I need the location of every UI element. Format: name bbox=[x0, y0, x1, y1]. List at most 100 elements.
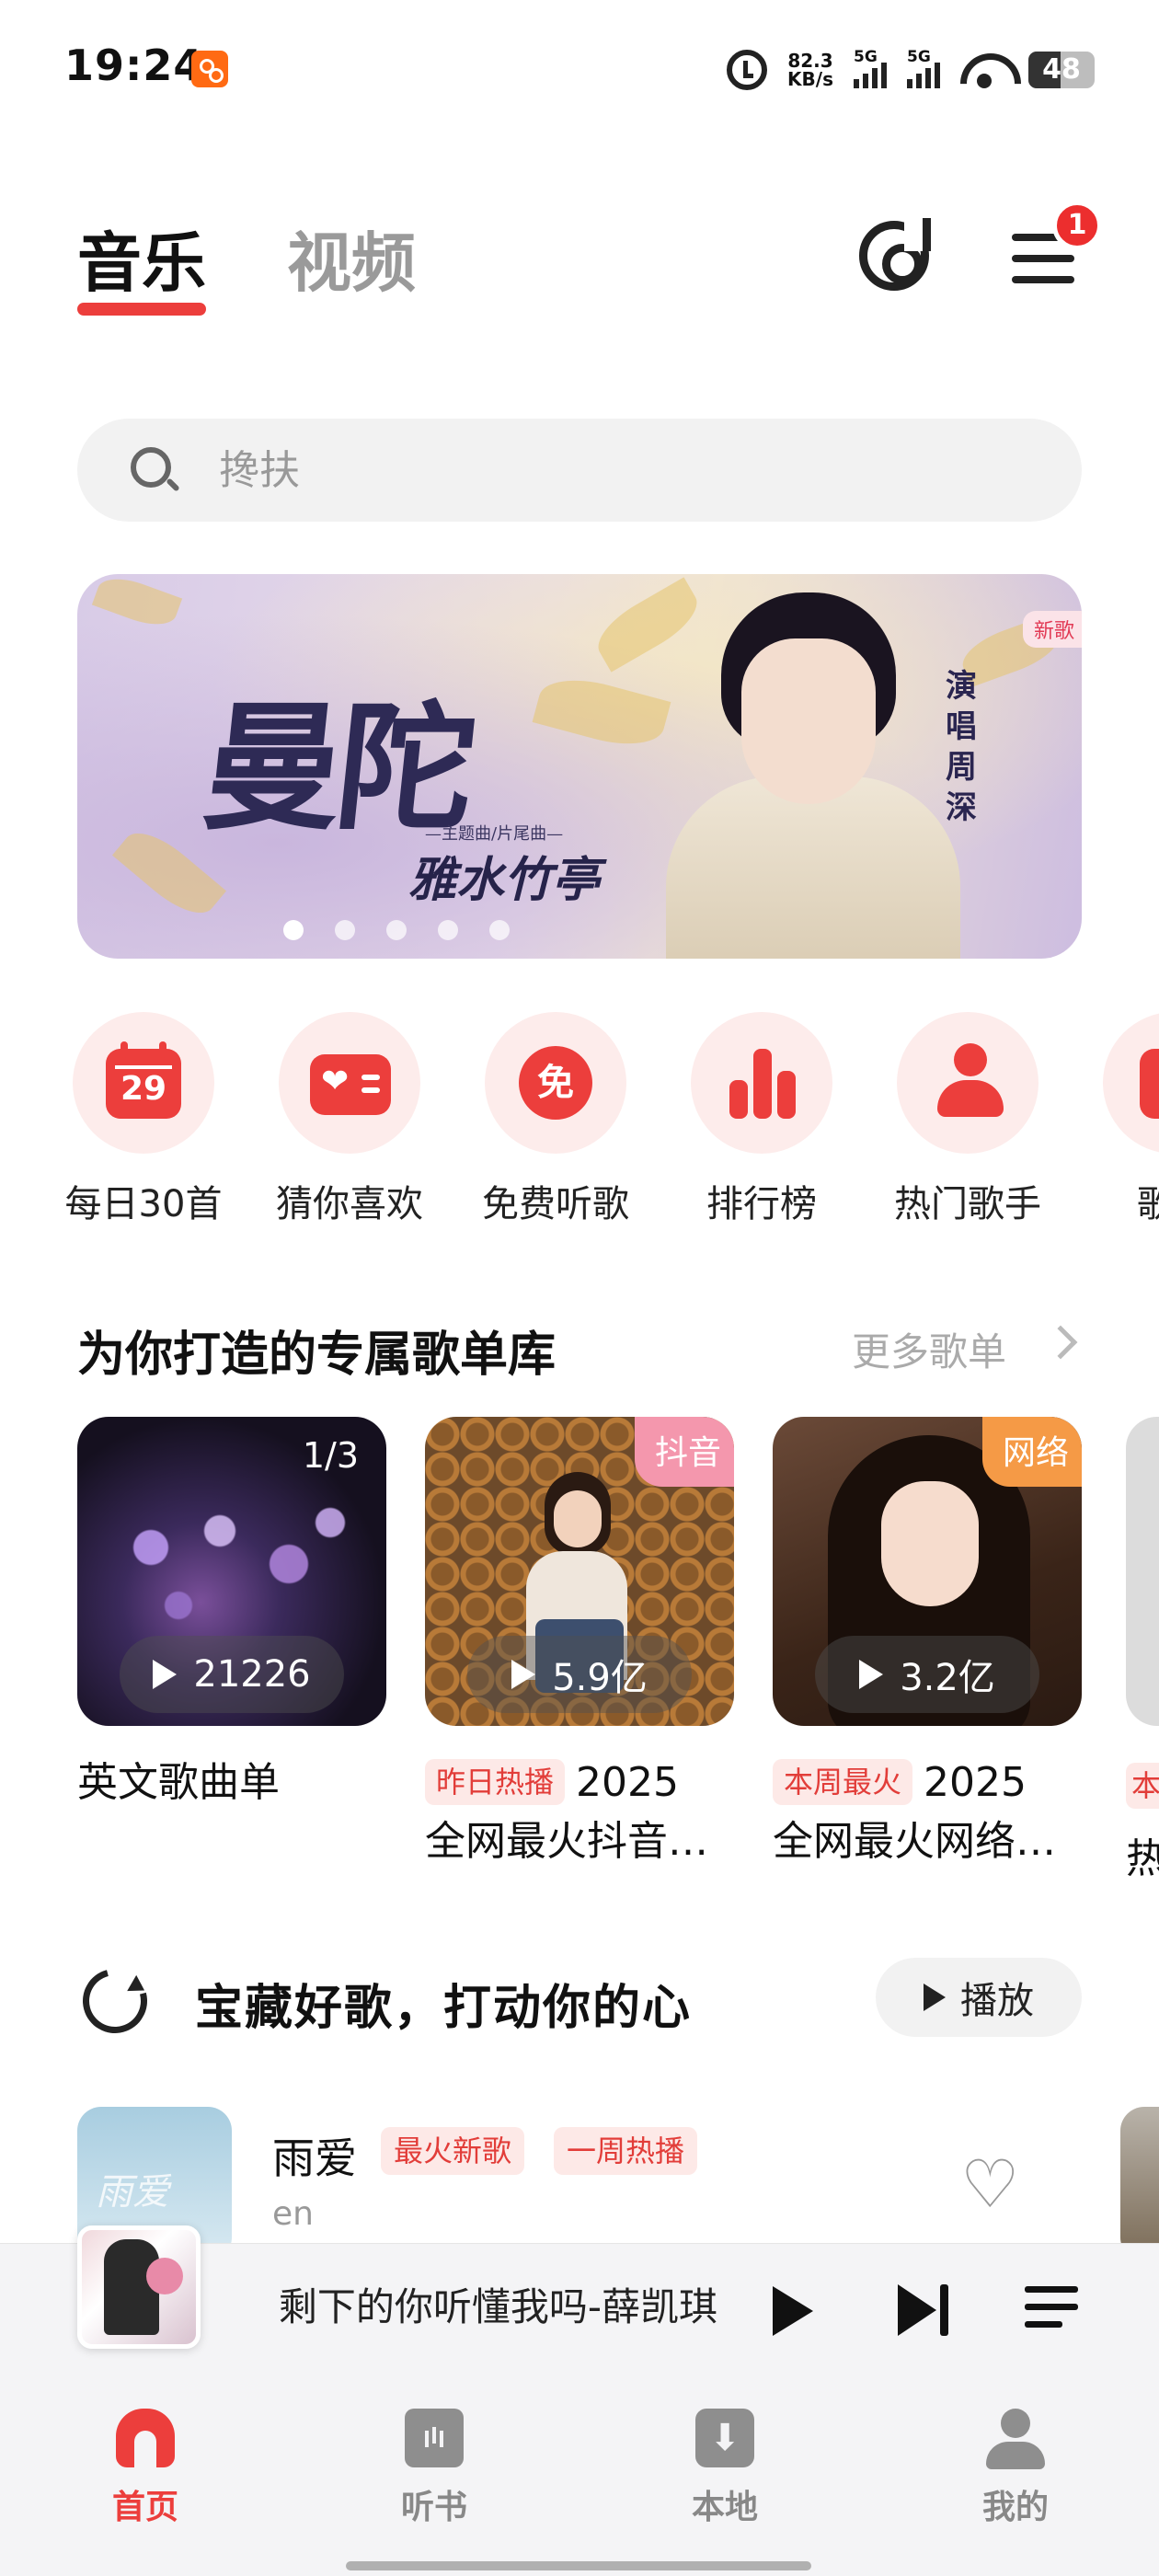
play-count[interactable]: 5.9亿 bbox=[467, 1636, 692, 1713]
tab-video[interactable]: 视频 bbox=[287, 212, 416, 305]
song-title: 雨爱 bbox=[272, 2133, 357, 2183]
play-count[interactable]: 3.2亿 bbox=[815, 1636, 1039, 1713]
playlist-cover: 网络 3.2亿 bbox=[773, 1417, 1082, 1726]
heart-icon[interactable]: ♡ bbox=[960, 2151, 1020, 2217]
quick-action-label: 排行榜 bbox=[706, 1183, 817, 1224]
playlist-name-line2: 全网最火抖音… bbox=[425, 1818, 708, 1865]
play-all-label: 播放 bbox=[960, 1980, 1034, 2022]
heart-radio-icon bbox=[310, 1054, 391, 1115]
status-time: 19:24 bbox=[64, 40, 204, 90]
sim2-label: 5G bbox=[907, 48, 931, 66]
playlist-name-partial: 热 bbox=[1126, 1835, 1159, 1882]
douyin-tag: 抖音 bbox=[634, 1417, 734, 1487]
top-tabs: 音乐 视频 bbox=[77, 212, 416, 316]
banner-dot[interactable] bbox=[438, 920, 458, 940]
play-all-button[interactable]: 播放 bbox=[876, 1958, 1082, 2037]
home-indicator[interactable] bbox=[346, 2561, 811, 2570]
play-count-value: 3.2亿 bbox=[900, 1657, 995, 1699]
song-artist: en bbox=[272, 2195, 314, 2233]
nav-local[interactable]: 本地 bbox=[651, 2409, 798, 2528]
menu-notification-badge: 1 bbox=[1052, 201, 1102, 250]
bottom-nav: 首页 听书 本地 我的 bbox=[0, 2370, 1159, 2576]
playlist-chip: 本周最火 bbox=[773, 1759, 913, 1805]
play-count-value: 21226 bbox=[193, 1653, 311, 1696]
battery-level: 48 bbox=[1042, 53, 1081, 86]
nav-label: 首页 bbox=[111, 2489, 178, 2526]
banner-dot[interactable] bbox=[386, 920, 407, 940]
signal-1-icon: 5G bbox=[854, 48, 887, 88]
quick-actions: 29 每日30首 猜你喜欢 免 免费听歌 排行榜 热门歌手 歌单 bbox=[61, 1012, 1159, 1224]
quick-playlists[interactable]: 歌单 bbox=[1082, 1012, 1159, 1224]
search-icon bbox=[131, 447, 171, 488]
refresh-icon[interactable] bbox=[71, 1957, 159, 2045]
music-recognition-icon[interactable] bbox=[859, 218, 931, 291]
quick-action-label: 免费听歌 bbox=[482, 1183, 629, 1224]
more-playlists-link[interactable]: 更多歌单 bbox=[852, 1321, 1006, 1377]
chevron-right-icon[interactable] bbox=[1043, 1325, 1078, 1360]
banner-dot[interactable] bbox=[335, 920, 355, 940]
signal-2-icon: 5G bbox=[907, 48, 940, 88]
singer-photo bbox=[666, 592, 960, 959]
battery-icon: 48 bbox=[1028, 52, 1095, 88]
playlist-year: 2025 bbox=[924, 1759, 1027, 1806]
calendar-icon: 29 bbox=[106, 1041, 181, 1119]
song-row[interactable]: 雨爱 最火新歌 一周热播 en ♡ bbox=[77, 2107, 1082, 2261]
playlist-cover: 抖音 5.9亿 bbox=[425, 1417, 734, 1726]
playlist-name-line1: 本周最火 2025 bbox=[773, 1754, 1082, 1812]
next-track-icon[interactable] bbox=[898, 2284, 953, 2336]
playlist-chip: 昨日热播 bbox=[425, 1759, 566, 1805]
quick-hot-singers[interactable]: 热门歌手 bbox=[876, 1012, 1060, 1224]
network-speed-value: 82.3 bbox=[787, 50, 833, 72]
section-title: 宝藏好歌，打动你的心 bbox=[195, 1981, 693, 2036]
play-icon[interactable] bbox=[773, 2286, 813, 2336]
nav-label: 本地 bbox=[691, 2489, 758, 2526]
playlist-card[interactable]: 抖音 5.9亿 昨日热播 2025 全网最火抖音… bbox=[425, 1417, 734, 1871]
playlist-name: 英文歌曲单 bbox=[77, 1759, 280, 1806]
audiobook-icon bbox=[405, 2409, 464, 2467]
section-title: 为你打造的专属歌单库 bbox=[77, 1328, 557, 1383]
now-playing-cover[interactable] bbox=[77, 2225, 201, 2349]
playlist-year: 2025 bbox=[576, 1759, 679, 1806]
quick-charts[interactable]: 排行榜 bbox=[670, 1012, 854, 1224]
singer-icon bbox=[934, 1043, 1007, 1122]
banner-dot[interactable] bbox=[283, 920, 304, 940]
play-count[interactable]: 21226 bbox=[120, 1636, 344, 1713]
app-notification-icon bbox=[191, 51, 228, 87]
playlist-card-partial[interactable] bbox=[1126, 1417, 1159, 1726]
playlist-name-line1: 昨日热播 2025 bbox=[425, 1754, 734, 1812]
now-playing-title[interactable]: 剩下的你听懂我吗-薛凯琪 bbox=[213, 2244, 717, 2371]
search-input[interactable] bbox=[219, 419, 1028, 522]
playlist-icon bbox=[1140, 1049, 1159, 1119]
quick-action-label: 歌单 bbox=[1137, 1183, 1159, 1224]
alarm-icon bbox=[727, 50, 768, 90]
user-icon bbox=[986, 2409, 1045, 2469]
play-count-value: 5.9亿 bbox=[552, 1657, 648, 1699]
quick-free-music[interactable]: 免 免费听歌 bbox=[464, 1012, 648, 1224]
banner-singer: 演唱周深 bbox=[946, 668, 977, 826]
quick-daily-30[interactable]: 29 每日30首 bbox=[61, 1012, 235, 1224]
nav-home[interactable]: 首页 bbox=[72, 2409, 219, 2528]
network-speed: 82.3 KB/s bbox=[787, 52, 833, 88]
nav-label: 我的 bbox=[981, 2489, 1049, 2526]
banner-new-tag: 新歌 bbox=[1022, 611, 1082, 648]
playlist-chip-partial: 本 bbox=[1126, 1763, 1159, 1809]
banner-subtitle: 雅水竹亭 bbox=[408, 852, 601, 908]
play-icon bbox=[153, 1660, 178, 1689]
quick-guess-you-like[interactable]: 猜你喜欢 bbox=[258, 1012, 442, 1224]
playlist-queue-icon[interactable] bbox=[1025, 2286, 1078, 2334]
nav-me[interactable]: 我的 bbox=[942, 2409, 1089, 2528]
song-cover-partial[interactable] bbox=[1120, 2107, 1159, 2261]
playlist-card[interactable]: 网络 3.2亿 本周最火 2025 全网最火网络… bbox=[773, 1417, 1082, 1871]
search-bar[interactable] bbox=[77, 419, 1082, 522]
nav-audiobooks[interactable]: 听书 bbox=[361, 2409, 508, 2528]
mini-player[interactable]: 剩下的你听懂我吗-薛凯琪 bbox=[0, 2225, 1159, 2371]
tab-music[interactable]: 音乐 bbox=[77, 212, 206, 316]
play-icon bbox=[859, 1660, 884, 1689]
status-bar: 19:24 82.3 KB/s 5G 5G 48 bbox=[0, 0, 1159, 138]
banner-dot[interactable] bbox=[489, 920, 510, 940]
network-tag: 网络 bbox=[981, 1417, 1082, 1487]
playlist-card[interactable]: 1/3 21226 英文歌曲单 bbox=[77, 1417, 386, 1812]
promo-banner[interactable]: 曼陀 —主题曲/片尾曲— 雅水竹亭 演唱周深 新歌 bbox=[77, 574, 1082, 959]
free-badge-icon: 免 bbox=[519, 1046, 592, 1120]
wifi-icon bbox=[960, 50, 1008, 90]
